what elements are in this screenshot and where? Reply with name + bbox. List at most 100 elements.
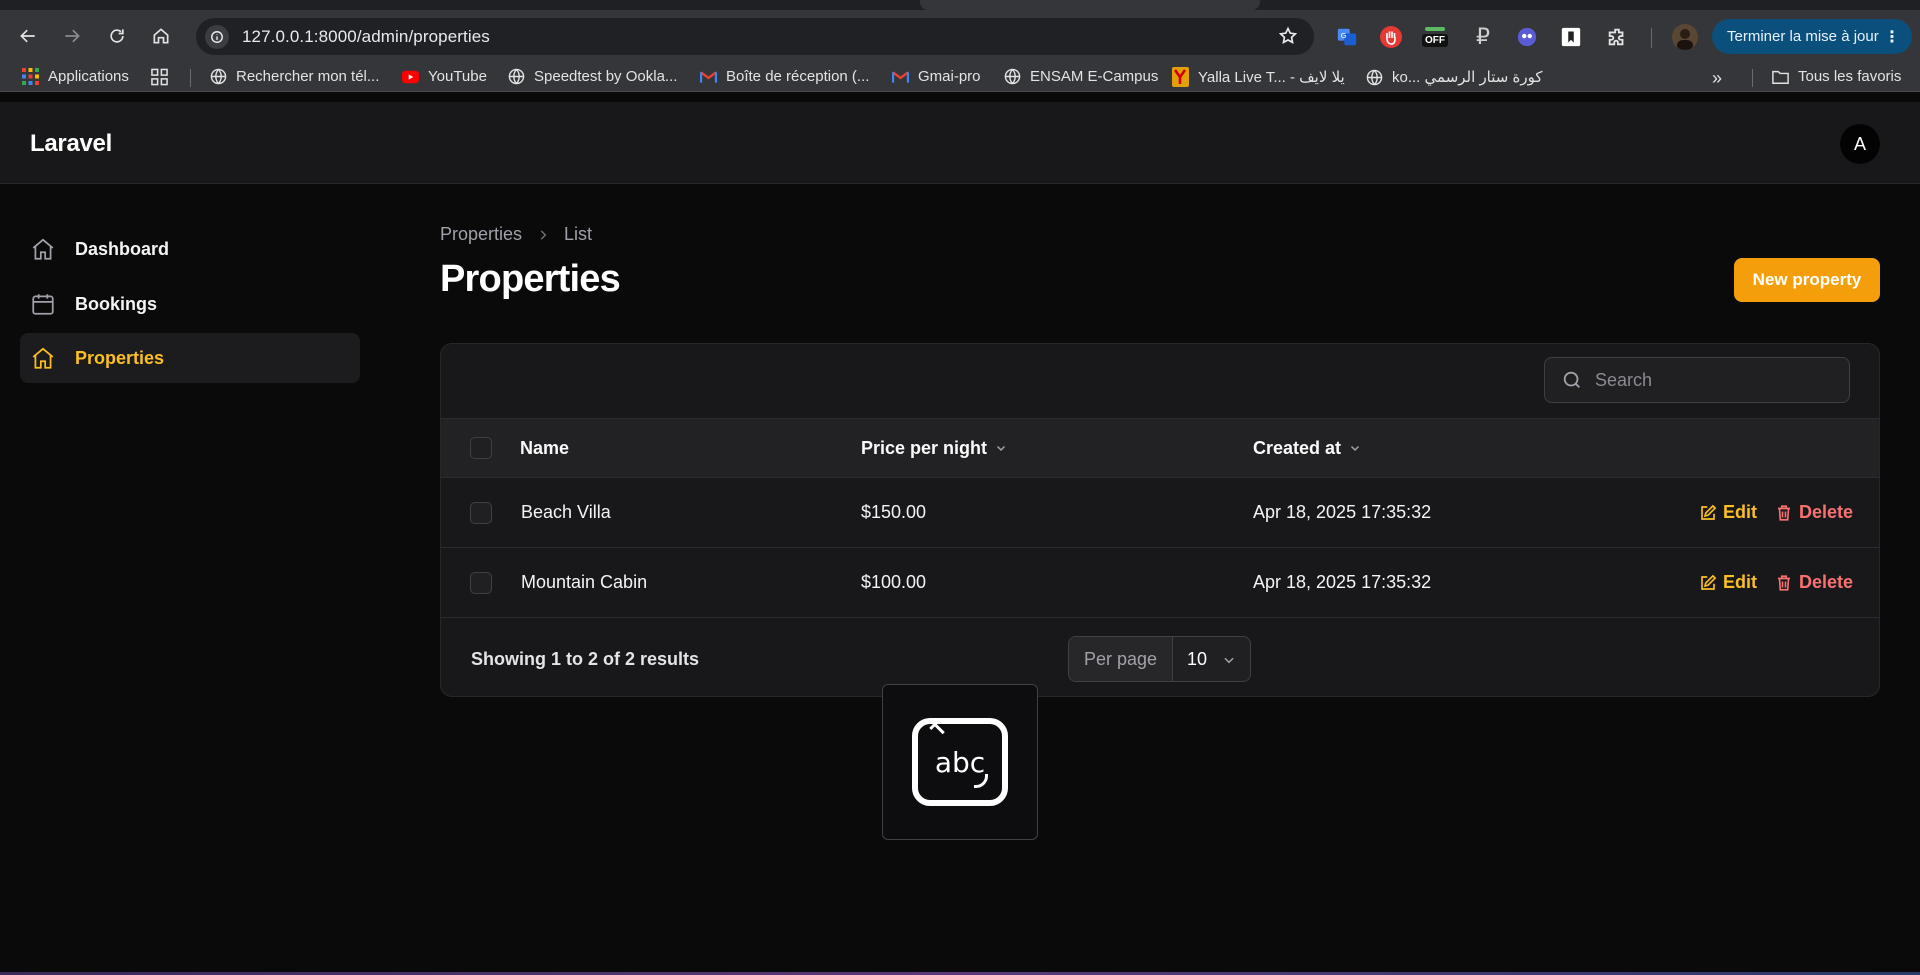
cell-price: $150.00 — [861, 502, 927, 522]
row-checkbox[interactable] — [470, 571, 492, 594]
sidebar-item-bookings[interactable]: Bookings — [20, 279, 360, 329]
active-tab-edge[interactable] — [920, 0, 1260, 10]
apps-grid-icon — [22, 68, 39, 85]
user-avatar[interactable]: A — [1840, 124, 1880, 164]
bookmark-koora[interactable]: ko... كورة ستار الرسمي — [1366, 68, 1543, 86]
ruble-extension-icon[interactable]: ₽ — [1470, 24, 1496, 50]
home-icon — [153, 28, 169, 44]
browser-toolbar: 127.0.0.1:8000/admin/properties G OFF ₽ … — [0, 10, 1920, 62]
brand-logo[interactable]: Laravel — [30, 130, 112, 158]
bookmark-label: Boîte de réception (... — [726, 68, 870, 85]
more-vert-icon: ⋮ — [1884, 29, 1900, 46]
app-topbar: Laravel A — [0, 102, 1920, 184]
globe-icon — [1366, 69, 1383, 86]
bookmark-star-icon[interactable] — [1278, 26, 1298, 51]
url-text[interactable]: 127.0.0.1:8000/admin/properties — [242, 27, 490, 47]
update-chrome-button[interactable]: Terminer la mise à jour ⋮ — [1712, 19, 1912, 54]
search-icon — [1563, 371, 1580, 388]
bookmarks-overflow-button[interactable]: » — [1712, 68, 1722, 89]
home-button[interactable] — [143, 18, 179, 54]
sidebar-item-dashboard[interactable]: Dashboard — [20, 224, 360, 274]
table-row[interactable]: Beach Villa $150.00 Apr 18, 2025 17:35:3… — [441, 478, 1879, 548]
extension-off-badge: OFF — [1422, 34, 1448, 47]
grid-icon — [151, 68, 168, 85]
toolbar-divider — [1651, 28, 1652, 48]
bookmark-applications[interactable]: Applications — [22, 68, 129, 85]
keyboard-layout-icon: abc — [912, 718, 1008, 806]
sidebar-item-label: Bookings — [75, 293, 158, 314]
bookmark-gmail-pro[interactable]: Gmai-pro — [892, 68, 981, 85]
bookmark-extension-icon[interactable] — [1558, 24, 1584, 50]
per-page-label: Per page — [1069, 637, 1173, 681]
bookmark-label: Tous les favoris — [1798, 68, 1902, 85]
trash-icon — [1778, 504, 1790, 521]
delete-label: Delete — [1799, 502, 1854, 522]
table-row[interactable]: Mountain Cabin $100.00 Apr 18, 2025 17:3… — [441, 548, 1879, 618]
cell-price: $100.00 — [861, 572, 927, 592]
trash-icon — [1778, 574, 1790, 591]
gmail-icon — [700, 68, 717, 85]
bookmarks-bar: Applications Rechercher mon tél... YouTu… — [0, 62, 1920, 92]
robot-extension-icon[interactable] — [1514, 24, 1540, 50]
reload-button[interactable] — [99, 18, 135, 54]
cell-name: Beach Villa — [521, 502, 611, 522]
delete-button[interactable]: Delete — [1775, 572, 1853, 593]
chevron-down-icon — [997, 445, 1006, 452]
sidebar-item-properties[interactable]: Properties — [20, 333, 360, 383]
folder-icon — [1772, 68, 1789, 85]
avatar-initial: A — [1853, 133, 1866, 154]
bookmark-label: ENSAM E-Campus — [1030, 68, 1159, 85]
site-info-icon[interactable] — [205, 24, 229, 49]
bookmark-ensam[interactable]: ENSAM E-Campus — [1004, 68, 1158, 85]
chevron-down-icon — [1224, 657, 1234, 664]
arrow-left-icon — [20, 29, 35, 43]
breadcrumb-current: List — [564, 224, 593, 244]
bookmark-yalla-live[interactable]: Yalla Live T... - يلا لايف — [1172, 67, 1345, 87]
breadcrumb: Properties List — [440, 224, 592, 245]
profile-avatar[interactable] — [1672, 24, 1698, 50]
breadcrumb-link-properties[interactable]: Properties — [440, 224, 522, 245]
chevrons-right-icon: » — [1712, 68, 1723, 88]
row-checkbox[interactable] — [470, 501, 492, 524]
bookmark-label: Rechercher mon tél... — [236, 68, 380, 85]
per-page-select[interactable]: Per page 10 — [1068, 636, 1251, 682]
hand-stop-extension-icon[interactable] — [1378, 24, 1404, 50]
column-label: Created at — [1253, 437, 1342, 458]
search-input[interactable]: Search — [1544, 357, 1850, 403]
extensions-puzzle-icon[interactable] — [1604, 24, 1630, 50]
translate-extension-icon[interactable]: G — [1334, 24, 1360, 50]
home-icon — [32, 347, 54, 369]
column-header-name: Name — [520, 419, 569, 477]
bookmark-speedtest[interactable]: Speedtest by Ookla... — [508, 68, 677, 85]
edit-label: Edit — [1723, 502, 1757, 522]
bookmark-rechercher[interactable]: Rechercher mon tél... — [210, 68, 379, 85]
input-method-indicator: abc — [882, 684, 1038, 840]
bookmarks-divider — [1752, 69, 1753, 87]
column-header-price[interactable]: Price per night — [861, 419, 1007, 477]
bookmark-gmail-inbox[interactable]: Boîte de réception (... — [700, 68, 869, 85]
address-bar[interactable]: 127.0.0.1:8000/admin/properties — [196, 18, 1314, 55]
arrow-right-icon — [65, 29, 80, 43]
youtube-icon — [402, 68, 419, 85]
properties-table-card: Search Name Price per night Created at B… — [440, 343, 1880, 697]
bookmark-label: Yalla Live T... - يلا لايف — [1198, 69, 1345, 86]
select-all-checkbox[interactable] — [470, 437, 492, 459]
all-bookmarks-folder[interactable]: Tous les favoris — [1772, 68, 1901, 85]
edit-button[interactable]: Edit — [1699, 572, 1757, 593]
edit-button[interactable]: Edit — [1699, 502, 1757, 523]
sidebar-item-label: Dashboard — [75, 238, 170, 259]
delete-button[interactable]: Delete — [1775, 502, 1853, 523]
tab-groups-button[interactable] — [151, 68, 177, 85]
bookmark-youtube[interactable]: YouTube — [402, 68, 487, 85]
page-title: Properties — [440, 258, 621, 300]
off-extension-icon[interactable]: OFF — [1422, 24, 1448, 50]
edit-icon — [1701, 504, 1717, 520]
bookmark-label: Applications — [48, 68, 129, 85]
new-property-button[interactable]: New property — [1734, 258, 1880, 302]
forward-button[interactable] — [54, 18, 90, 54]
delete-label: Delete — [1799, 572, 1854, 592]
reload-icon — [110, 29, 124, 43]
back-button[interactable] — [10, 18, 46, 54]
cell-created-at: Apr 18, 2025 17:35:32 — [1253, 502, 1432, 522]
column-header-created-at[interactable]: Created at — [1253, 419, 1361, 477]
